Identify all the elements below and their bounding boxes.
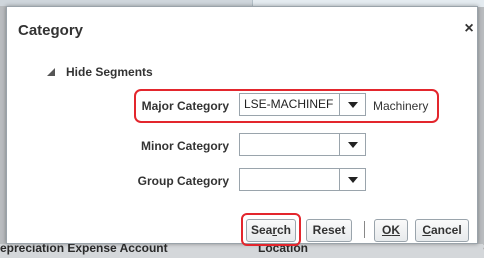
cancel-label-part: ancel [430, 223, 462, 237]
cancel-accesskey: C [422, 223, 431, 237]
ok-label-part: OK [382, 223, 400, 237]
major-category-input[interactable]: LSE-MACHINEF [240, 94, 339, 115]
search-label-part: ch [277, 223, 292, 237]
chevron-down-icon [347, 141, 358, 148]
minor-category-label: Minor Category [140, 139, 229, 153]
background-column-label: epreciation Expense Account [0, 244, 168, 255]
major-category-description: Machinery [373, 99, 429, 113]
disclosure-triangle-icon [47, 68, 55, 76]
minor-category-dropdown-button[interactable] [339, 134, 365, 155]
chevron-down-icon [347, 176, 358, 183]
chevron-down-icon [347, 101, 358, 108]
hide-segments-label: Hide Segments [66, 65, 153, 79]
group-category-combobox [239, 168, 366, 191]
minor-category-input[interactable] [240, 134, 339, 155]
minor-category-combobox [239, 133, 366, 156]
search-button[interactable]: Search [246, 219, 296, 242]
group-category-input[interactable] [240, 169, 339, 190]
ok-label-prefix: O [381, 223, 392, 237]
major-category-label: Major Category [141, 99, 229, 113]
button-separator [364, 221, 365, 238]
reset-button[interactable]: Reset [306, 219, 352, 242]
dialog-title: Category [18, 22, 84, 39]
background-strip: epreciation Expense Account Location [0, 244, 484, 258]
cancel-button[interactable]: Cancel [415, 219, 469, 242]
group-category-label: Group Category [137, 174, 229, 188]
category-dialog: Category × Hide Segments Major Category … [6, 6, 484, 250]
group-category-dropdown-button[interactable] [339, 169, 365, 190]
hide-segments-toggle[interactable]: Hide Segments [47, 65, 153, 79]
ok-button[interactable]: OK [374, 219, 408, 242]
major-category-combobox: LSE-MACHINEF [239, 93, 366, 116]
major-category-dropdown-button[interactable] [339, 94, 365, 115]
search-label-part: Sea [250, 223, 273, 237]
close-icon[interactable]: × [462, 21, 476, 37]
ok-accesskey: K [391, 223, 400, 237]
